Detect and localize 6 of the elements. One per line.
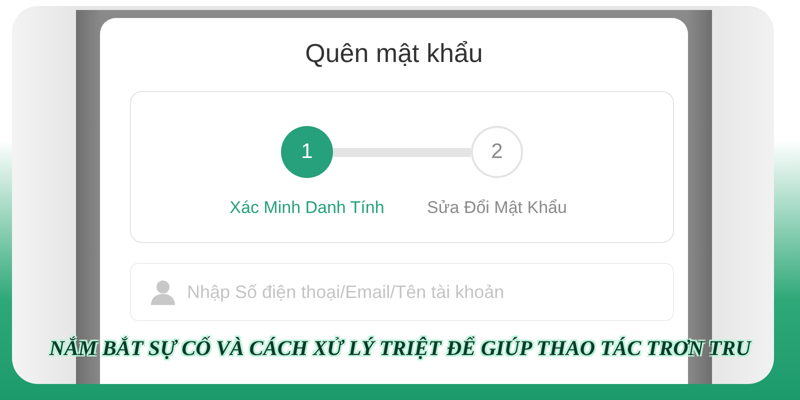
step-number: 1	[281, 126, 333, 178]
dialog-title: Quên mật khẩu	[304, 38, 484, 69]
step-label: Sửa Đổi Mật Khẩu	[427, 198, 567, 217]
step-number: 2	[471, 126, 523, 178]
step-label: Xác Minh Danh Tính	[230, 198, 384, 217]
account-input-field[interactable]: Nhập Số điện thoại/Email/Tên tài khoản	[130, 263, 674, 321]
